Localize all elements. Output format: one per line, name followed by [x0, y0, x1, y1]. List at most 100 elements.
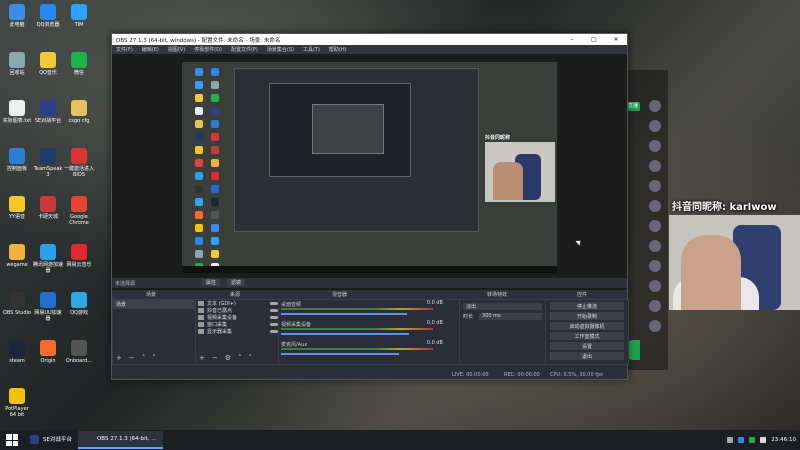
source-item[interactable]: 窗口采集 [196, 321, 278, 328]
avatar[interactable] [649, 220, 661, 232]
tray-icon[interactable] [738, 437, 745, 443]
desktop-icon[interactable]: 网易UU加速器 [33, 292, 63, 322]
desktop-icon[interactable]: 控制面板 [2, 148, 32, 172]
desktop-icon[interactable]: OBS Studio [2, 292, 32, 316]
desktop-icon[interactable]: Google Chrome [64, 196, 94, 226]
avatar[interactable] [649, 140, 661, 152]
control-button[interactable]: 设置 [550, 342, 624, 350]
volume-fader[interactable] [281, 353, 400, 355]
control-button[interactable]: 启动虚拟摄像机 [550, 322, 624, 330]
obs-titlebar[interactable]: OBS 27.1.3 (64-bit, windows) - 配置文件: 未命名… [112, 34, 627, 45]
desktop-icon[interactable]: 此电脑 [2, 4, 32, 28]
menu-item[interactable]: 配置文件(P) [231, 46, 258, 53]
desktop-icon[interactable]: PotPlayer 64 bit [2, 388, 32, 418]
gear-icon[interactable]: ⚙ [225, 354, 231, 362]
desktop-icon[interactable]: YY语音 [2, 196, 32, 220]
desktop-icon[interactable]: 腾讯网游加速器 [33, 244, 63, 274]
live-badge[interactable]: 直播 [626, 102, 640, 111]
eye-icon[interactable] [270, 309, 278, 312]
chevron-up-icon[interactable]: ˄ [238, 354, 242, 362]
windows-start-icon[interactable] [6, 434, 18, 446]
taskbar-item[interactable]: OBS 27.1.3 (64-bit, ... [77, 431, 163, 449]
scene-item[interactable]: 场景 [113, 300, 195, 309]
minimize-button[interactable]: – [561, 36, 583, 43]
desktop-icon[interactable]: csgo cfg [64, 100, 94, 124]
control-button[interactable]: 退出 [550, 352, 624, 360]
desktop-icon[interactable]: QQ浏览器 [33, 4, 63, 28]
obs-preview[interactable]: 抖音同昵称 [112, 54, 627, 308]
desktop-icon[interactable]: QQ音乐 [33, 52, 63, 76]
text-icon [198, 308, 204, 313]
remove-icon[interactable]: − [212, 354, 218, 362]
properties-button[interactable]: 属性 [202, 279, 221, 286]
avatar[interactable] [649, 200, 661, 212]
app-icon [9, 388, 25, 404]
obs-window[interactable]: OBS 27.1.3 (64-bit, windows) - 配置文件: 未命名… [111, 33, 629, 380]
desktop-icon[interactable]: 一键激活进入BIOS [64, 148, 94, 178]
avatar[interactable] [649, 240, 661, 252]
duration-input[interactable]: 300 ms [479, 313, 542, 320]
chevron-down-icon[interactable]: ˅ [152, 354, 156, 362]
chevron-down-icon[interactable]: ˅ [249, 354, 253, 362]
taskbar-item[interactable]: SE对战平台 [24, 431, 78, 449]
control-button[interactable]: 开始录制 [550, 312, 624, 320]
menu-item[interactable]: 帮助(H) [329, 46, 347, 53]
desktop-icon[interactable]: 微信 [64, 52, 94, 76]
avatar[interactable] [649, 160, 661, 172]
close-button[interactable]: ✕ [605, 36, 627, 43]
volume-icon[interactable] [760, 437, 767, 443]
remove-icon[interactable]: − [129, 354, 135, 362]
source-item[interactable]: 抖音已露点 [196, 307, 278, 314]
clock[interactable]: 23:46:10 [771, 437, 796, 443]
desktop-icon[interactable]: Origin [33, 340, 63, 364]
no-source-label: 未选择源 [115, 281, 136, 287]
avatar[interactable] [649, 180, 661, 192]
avatar[interactable] [649, 120, 661, 132]
tray-icon[interactable] [727, 437, 734, 443]
source-item[interactable]: 显示器采集 [196, 328, 278, 335]
desktop-icon[interactable]: 实际图表.txt [2, 100, 32, 124]
menu-item[interactable]: 场景集合(S) [267, 46, 294, 53]
avatar[interactable] [649, 100, 661, 112]
preview-canvas[interactable]: 抖音同昵称 [182, 62, 557, 273]
menu-item[interactable]: 工具(T) [303, 46, 320, 53]
desktop-icon[interactable]: QQ游戏 [64, 292, 94, 316]
filters-button[interactable]: 滤镜 [227, 279, 246, 286]
maximize-button[interactable]: □ [583, 36, 605, 43]
menu-item[interactable]: 停靠部件(D) [194, 46, 222, 53]
eye-icon[interactable] [270, 323, 278, 326]
desktop-icon[interactable]: TeamSpeak 3 [33, 148, 63, 178]
desktop-icon[interactable]: 网易云音乐 [64, 244, 94, 268]
volume-fader[interactable] [281, 333, 409, 335]
add-icon[interactable]: + [199, 354, 205, 362]
desktop-icon[interactable]: SE对战平台 [33, 100, 63, 124]
desktop-icon[interactable]: Onboard... [64, 340, 94, 364]
sources-dock-title: 来源 [230, 292, 241, 298]
menu-item[interactable]: 编辑(E) [142, 46, 159, 53]
chat-icon[interactable] [649, 320, 661, 332]
desktop-icon[interactable]: TIM [64, 4, 94, 28]
desktop-icon[interactable]: steam [2, 340, 32, 364]
app-icon [40, 292, 56, 308]
menu-item[interactable]: 视图(V) [168, 46, 185, 53]
avatar[interactable] [649, 300, 661, 312]
track-db: 0.0 dB [426, 300, 443, 306]
source-item[interactable]: 视频采集设备 [196, 314, 278, 321]
transition-select[interactable]: 淡出 [463, 303, 542, 310]
add-icon[interactable]: + [116, 354, 122, 362]
avatar[interactable] [649, 280, 661, 292]
volume-fader[interactable] [281, 313, 407, 315]
eye-icon[interactable] [270, 316, 278, 319]
desktop-icon[interactable]: 回收站 [2, 52, 32, 76]
eye-icon[interactable] [270, 330, 278, 333]
eye-icon[interactable] [270, 302, 278, 305]
desktop-icon[interactable]: 卡硬天城 [33, 196, 63, 220]
avatar[interactable] [649, 260, 661, 272]
chevron-up-icon[interactable]: ˄ [142, 354, 146, 362]
control-button[interactable]: 停止推流 [550, 302, 624, 310]
control-button[interactable]: 工作室模式 [550, 332, 624, 340]
source-item[interactable]: 文本 (GDI+) [196, 300, 278, 307]
menu-item[interactable]: 文件(F) [116, 46, 133, 53]
desktop-icon[interactable]: wegame [2, 244, 32, 268]
tray-icon[interactable] [749, 437, 756, 443]
